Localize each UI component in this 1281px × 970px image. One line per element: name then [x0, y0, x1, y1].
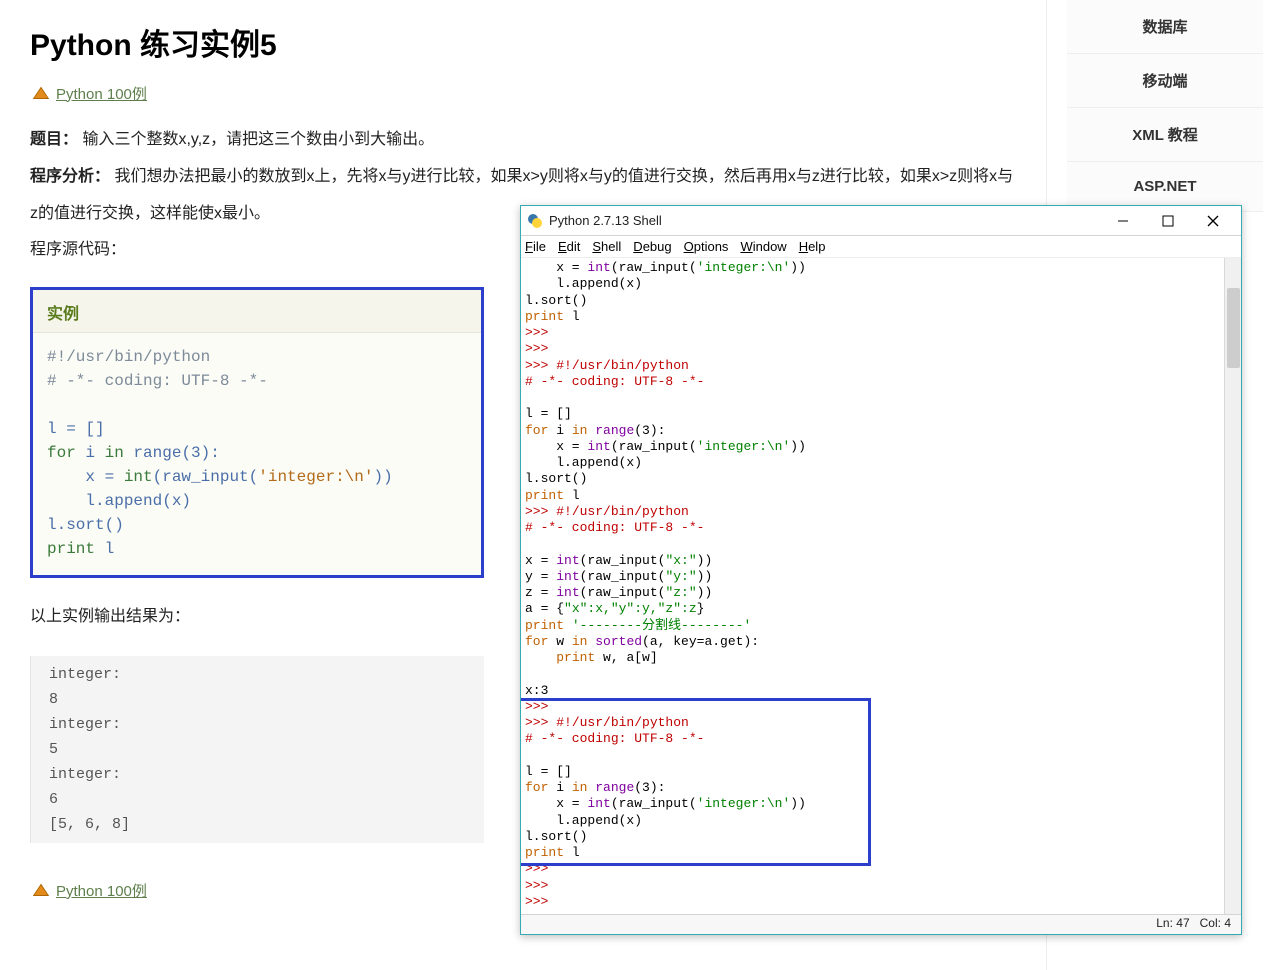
up-arrow-icon — [30, 82, 52, 104]
idle-status-ln: Ln: 47 — [1156, 916, 1189, 930]
code-box-title: 实例 — [33, 290, 481, 333]
menu-options[interactable]: Options — [684, 239, 729, 254]
idle-statusbar: Ln: 47 Col: 4 — [521, 914, 1241, 934]
idle-title-text: Python 2.7.13 Shell — [549, 213, 1100, 228]
topic-title: 题目： — [30, 131, 78, 148]
sidebar: 数据库 移动端 XML 教程 ASP.NET — [1067, 0, 1263, 212]
code-example-content: #!/usr/bin/python # -*- coding: UTF-8 -*… — [33, 333, 481, 575]
output-line: 5 — [31, 737, 484, 762]
menu-file[interactable]: File — [525, 239, 546, 254]
output-line: integer: — [31, 762, 484, 787]
menu-shell[interactable]: Shell — [592, 239, 621, 254]
output-line: [5, 6, 8] — [31, 812, 484, 837]
output-box: integer: 8 integer: 5 integer: 6 [5, 6, … — [30, 656, 484, 843]
menu-window[interactable]: Window — [740, 239, 786, 254]
output-line: integer: — [31, 662, 484, 687]
minimize-button[interactable] — [1100, 206, 1145, 236]
sidebar-item-mobile[interactable]: 移动端 — [1067, 54, 1263, 108]
output-line: integer: — [31, 712, 484, 737]
menu-debug[interactable]: Debug — [633, 239, 671, 254]
idle-window[interactable]: Python 2.7.13 Shell File Edit Shell Debu… — [520, 205, 1242, 935]
idle-scrollbar[interactable] — [1224, 258, 1241, 914]
idle-titlebar[interactable]: Python 2.7.13 Shell — [521, 206, 1241, 236]
menu-edit[interactable]: Edit — [558, 239, 580, 254]
idle-shell-body[interactable]: x = int(raw_input('integer:\n')) l.appen… — [521, 258, 1241, 914]
sidebar-item-database[interactable]: 数据库 — [1067, 0, 1263, 54]
idle-scrollbar-thumb[interactable] — [1227, 288, 1240, 368]
close-button[interactable] — [1190, 206, 1235, 236]
topic-body: 输入三个整数x,y,z，请把这三个数由小到大输出。 — [82, 131, 434, 148]
analysis-title: 程序分析： — [30, 168, 110, 185]
idle-status-col: Col: 4 — [1200, 916, 1231, 930]
code-example-box: 实例 #!/usr/bin/python # -*- coding: UTF-8… — [30, 287, 484, 578]
sidebar-item-xml[interactable]: XML 教程 — [1067, 108, 1263, 162]
menu-help[interactable]: Help — [799, 239, 826, 254]
page-title: Python 练习实例5 — [30, 20, 1014, 64]
topic-line: 题目： 输入三个整数x,y,z，请把这三个数由小到大输出。 — [30, 122, 1014, 159]
idle-menubar: File Edit Shell Debug Options Window Hel… — [521, 236, 1241, 258]
output-line: 8 — [31, 687, 484, 712]
up-arrow-icon — [30, 879, 52, 901]
breadcrumb-top: Python 100例 — [30, 82, 1014, 104]
maximize-button[interactable] — [1145, 206, 1190, 236]
breadcrumb-link-bottom[interactable]: Python 100例 — [56, 880, 147, 901]
python-app-icon — [527, 213, 543, 229]
breadcrumb-link-top[interactable]: Python 100例 — [56, 83, 147, 104]
output-line: 6 — [31, 787, 484, 812]
